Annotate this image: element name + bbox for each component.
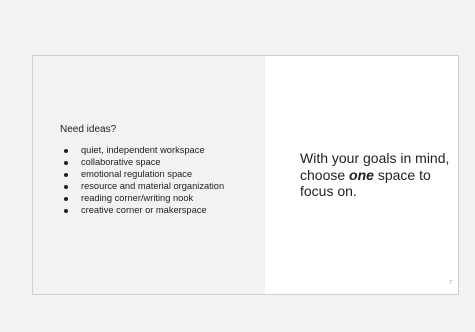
list-item: emotional regulation space bbox=[60, 168, 224, 180]
list-item: reading corner/writing nook bbox=[60, 192, 224, 204]
left-pane: Need ideas? quiet, independent workspace… bbox=[33, 56, 265, 294]
list-item: collaborative space bbox=[60, 156, 224, 168]
focus-prompt: With your goals in mind, choose one spac… bbox=[300, 150, 450, 200]
focus-prompt-emphasis: one bbox=[349, 166, 374, 183]
list-item: creative corner or makerspace bbox=[60, 204, 224, 216]
list-item: quiet, independent workspace bbox=[60, 144, 224, 156]
list-item: resource and material organization bbox=[60, 180, 224, 192]
right-pane: With your goals in mind, choose one spac… bbox=[265, 56, 458, 294]
slide: Need ideas? quiet, independent workspace… bbox=[32, 55, 459, 295]
ideas-heading: Need ideas? bbox=[60, 124, 117, 135]
page-number: 7 bbox=[449, 280, 452, 286]
ideas-list: quiet, independent workspace collaborati… bbox=[60, 144, 224, 216]
